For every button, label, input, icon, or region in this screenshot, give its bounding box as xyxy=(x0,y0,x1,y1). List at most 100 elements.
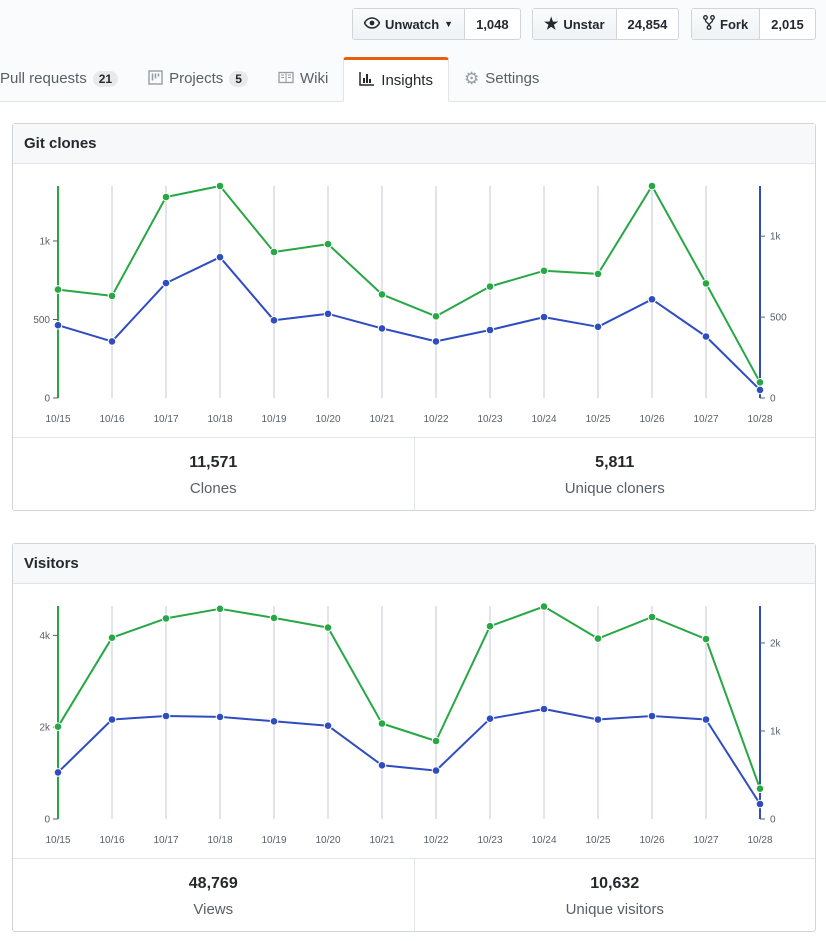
x-tick-label: 10/22 xyxy=(423,835,448,846)
unique-data-point xyxy=(377,761,387,770)
total-data-point xyxy=(215,181,225,191)
tab-wiki[interactable]: Wiki xyxy=(263,57,343,100)
tab-projects[interactable]: Projects 5 xyxy=(133,57,263,100)
x-tick-label: 10/15 xyxy=(45,835,70,846)
right-axis-tick-label: 0 xyxy=(770,394,776,405)
fork-label: Fork xyxy=(720,16,749,32)
git-clones-chart: 10/15 10/16 10/17 10/18 10/19 10/20 10/21 10/22… xyxy=(33,181,787,425)
total-data-point xyxy=(485,282,495,291)
x-tick-label: 10/25 xyxy=(585,414,610,425)
right-axis-tick-label: 500 xyxy=(770,313,787,324)
total-data-point xyxy=(53,722,63,731)
clones-total: 11,571 xyxy=(189,454,238,471)
total-data-point xyxy=(647,181,657,191)
star-button-group: ★ Unstar 24,854 xyxy=(532,8,680,40)
x-tick-label: 10/18 xyxy=(207,414,232,425)
x-tick-label: 10/27 xyxy=(693,835,718,846)
tab-label: Settings xyxy=(485,70,540,87)
unique-cloners-label: Unique cloners xyxy=(564,480,665,497)
watchers-count[interactable]: 1,048 xyxy=(465,9,520,39)
x-tick-label: 10/24 xyxy=(531,835,556,846)
unstar-button[interactable]: ★ Unstar xyxy=(533,9,617,39)
unique-data-point xyxy=(107,715,117,724)
total-data-point xyxy=(539,602,549,611)
total-data-point xyxy=(701,279,711,288)
clones-stat: 11,571 Clones xyxy=(13,438,414,510)
repo-nav: Pull requests 21 Projects 5 Wiki Insight… xyxy=(0,57,554,102)
views-stat: 48,769 Views xyxy=(13,859,414,931)
x-tick-label: 10/23 xyxy=(477,414,502,425)
unique-visitors-stat: 10,632 Unique visitors xyxy=(413,859,816,931)
total-data-point xyxy=(701,634,711,644)
unique-data-point xyxy=(215,252,225,262)
clones-label: Clones xyxy=(189,480,237,497)
git-clones-title: Git clones xyxy=(13,124,815,164)
fork-icon xyxy=(703,15,715,33)
unique-series-line xyxy=(57,256,761,391)
unique-data-point xyxy=(377,324,387,333)
tab-label: Pull requests xyxy=(0,70,87,87)
total-data-point xyxy=(431,736,441,746)
stargazers-count[interactable]: 24,854 xyxy=(617,9,679,39)
unique-data-point xyxy=(323,309,333,319)
tab-label: Wiki xyxy=(299,70,329,87)
left-axis-tick-label: 1k xyxy=(39,236,51,247)
total-data-point xyxy=(215,604,225,614)
total-data-point xyxy=(377,290,387,299)
total-data-point xyxy=(107,633,117,643)
x-tick-label: 10/19 xyxy=(261,414,286,425)
x-tick-label: 10/24 xyxy=(531,414,556,425)
unique-data-point xyxy=(593,322,603,332)
left-axis-tick-label: 0 xyxy=(44,394,50,405)
unique-data-point xyxy=(593,715,603,724)
visitors-title: Visitors xyxy=(13,544,815,584)
unique-visitors-label: Unique visitors xyxy=(565,901,664,918)
tab-settings[interactable]: ⚙ Settings xyxy=(449,57,554,100)
unwatch-label: Unwatch xyxy=(385,16,440,32)
unstar-label: Unstar xyxy=(563,16,605,32)
gear-icon: ⚙ xyxy=(463,68,480,88)
unique-data-point xyxy=(161,711,171,721)
unique-data-point xyxy=(269,717,279,726)
unique-data-point xyxy=(485,714,495,723)
total-data-point xyxy=(323,239,333,249)
project-icon xyxy=(148,69,163,88)
visitors-stats: 48,769 Views 10,632 Unique visitors xyxy=(13,858,815,931)
unwatch-button[interactable]: Unwatch ▼ xyxy=(353,9,466,39)
unique-data-point xyxy=(539,312,549,322)
total-data-point xyxy=(269,247,279,257)
views-total: 48,769 xyxy=(188,875,238,892)
right-axis-tick-label: 1k xyxy=(770,726,782,737)
book-icon xyxy=(278,71,294,87)
unique-data-point xyxy=(701,332,711,341)
total-data-point xyxy=(485,621,495,631)
left-axis-tick-label: 4k xyxy=(39,631,51,642)
caret-down-icon: ▼ xyxy=(444,19,454,29)
tab-insights[interactable]: Insights xyxy=(343,57,449,102)
tab-pull-requests[interactable]: Pull requests 21 xyxy=(0,57,133,100)
x-tick-label: 10/25 xyxy=(585,835,610,846)
unique-data-point xyxy=(269,316,279,325)
star-icon: ★ xyxy=(544,16,559,33)
x-tick-label: 10/26 xyxy=(639,835,664,846)
pull-requests-count: 21 xyxy=(92,70,119,87)
x-tick-label: 10/15 xyxy=(45,414,70,425)
left-axis-tick-label: 0 xyxy=(44,815,50,826)
total-data-point xyxy=(755,784,765,793)
fork-button[interactable]: Fork xyxy=(692,9,761,39)
tab-label: Projects xyxy=(169,70,224,87)
repo-header: Unwatch ▼ 1,048 ★ Unstar 24,854 Fork 2,0… xyxy=(0,0,826,102)
x-tick-label: 10/20 xyxy=(315,414,340,425)
x-tick-label: 10/27 xyxy=(693,414,718,425)
left-axis-tick-label: 500 xyxy=(33,315,50,326)
unique-data-point xyxy=(53,320,63,330)
x-tick-label: 10/17 xyxy=(153,414,178,425)
unique-data-point xyxy=(701,715,711,724)
x-tick-label: 10/17 xyxy=(153,835,178,846)
forks-count[interactable]: 2,015 xyxy=(760,9,815,39)
unique-data-point xyxy=(647,711,657,721)
unique-visitors-total: 10,632 xyxy=(590,875,640,892)
unique-data-point xyxy=(53,768,63,777)
x-tick-label: 10/16 xyxy=(99,835,124,846)
x-tick-label: 10/22 xyxy=(423,414,448,425)
